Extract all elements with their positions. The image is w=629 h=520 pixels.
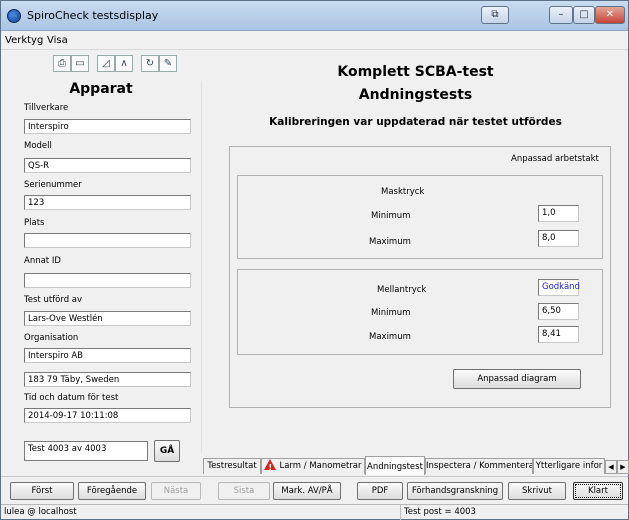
warning-icon — [264, 459, 277, 474]
restore-button[interactable]: ⧉ — [481, 6, 509, 24]
mask-max-field[interactable]: 8,0 — [538, 230, 579, 247]
calibration-note: Kalibreringen var uppdaterad när testet … — [269, 116, 562, 128]
other-id-field[interactable] — [24, 273, 191, 288]
print-icon[interactable]: ⎙ — [53, 55, 71, 72]
app-logo-icon — [7, 9, 21, 23]
maximize-button[interactable]: □ — [573, 6, 595, 24]
menu-visa[interactable]: Visa — [47, 35, 68, 46]
status-user: lulea @ localhost — [1, 505, 401, 520]
apparatus-heading: Apparat — [69, 81, 133, 97]
intermediate-max-label: Maximum — [369, 332, 411, 342]
address-field[interactable]: 183 79 Täby, Sweden — [24, 372, 191, 387]
serial-field[interactable]: 123 — [24, 195, 191, 210]
tested-by-field[interactable]: Lars-Ove Westlén — [24, 311, 191, 326]
mask-max-label: Maximum — [369, 237, 411, 247]
intermediate-min-label: Minimum — [371, 308, 411, 318]
intermediate-max-field[interactable]: 8,41 — [538, 326, 579, 343]
chart-icon[interactable]: ◿ — [97, 55, 115, 72]
print-button[interactable]: Skrivut — [508, 482, 566, 500]
test-datetime-label: Tid och datum för test — [24, 393, 119, 403]
page-title: Komplett SCBA-test — [337, 64, 494, 80]
mask-pressure-label: Masktryck — [381, 187, 425, 197]
tab-scroll-left-icon[interactable]: ◀ — [605, 460, 617, 474]
done-button[interactable]: Klart — [573, 482, 623, 500]
curve-icon[interactable]: ∧ — [115, 55, 133, 72]
model-field[interactable]: QS-R — [24, 158, 191, 173]
test-navigation-field[interactable]: Test 4003 av 4003 — [24, 441, 148, 461]
first-button[interactable]: Först — [10, 482, 74, 500]
mask-min-label: Minimum — [371, 211, 411, 221]
menu-verktyg[interactable]: Verktyg — [5, 35, 43, 46]
model-label: Modell — [24, 141, 52, 151]
mask-min-field[interactable]: 1,0 — [538, 205, 579, 222]
print-preview-icon[interactable]: ▭ — [71, 55, 89, 72]
status-bar: lulea @ localhost Test post = 4003 — [1, 504, 628, 520]
organisation-label: Organisation — [24, 333, 79, 343]
tab-alarm-gauges[interactable]: Larm / Manometrar — [261, 458, 365, 474]
last-button[interactable]: Sista — [218, 482, 270, 500]
refresh-icon[interactable]: ↻ — [141, 55, 159, 72]
intermediate-status-field[interactable]: Godkänd — [538, 279, 580, 296]
minimize-button[interactable]: – — [549, 6, 573, 24]
serial-label: Serienummer — [24, 180, 82, 190]
section-title: Andningstests — [358, 87, 473, 103]
location-field[interactable] — [24, 233, 191, 248]
previous-button[interactable]: Föregående — [78, 482, 146, 500]
preview-button[interactable]: Förhandsgranskning — [407, 482, 503, 500]
tab-breathing-test[interactable]: Andningstest — [365, 456, 425, 475]
work-rate-label: Anpassad arbetstakt — [511, 154, 599, 164]
tab-strip: Testresultat Larm / Manometrar Andningst… — [201, 456, 629, 476]
custom-diagram-button[interactable]: Anpassad diagram — [453, 369, 581, 389]
tested-by-label: Test utförd av — [24, 295, 83, 305]
application-window: SpiroCheck testsdisplay ⧉ – □ ✕ Verktyg … — [0, 0, 629, 520]
close-button[interactable]: ✕ — [595, 6, 625, 24]
intermediate-pressure-label: Mellantryck — [377, 285, 427, 295]
next-button[interactable]: Nästa — [151, 482, 201, 500]
tab-inspect-comment[interactable]: Inspectera / Kommentera — [425, 458, 533, 474]
mark-toggle-button[interactable]: Mark. AV/PÅ — [273, 482, 341, 500]
tab-alarm-gauges-label: Larm / Manometrar — [279, 461, 362, 471]
go-button[interactable]: GÅ — [154, 440, 180, 462]
sign-icon[interactable]: ✎ — [159, 55, 177, 72]
intermediate-min-field[interactable]: 6,50 — [538, 303, 579, 320]
location-label: Plats — [24, 218, 45, 228]
pdf-button[interactable]: PDF — [357, 482, 403, 500]
other-id-label: Annat ID — [24, 256, 61, 266]
tab-scroll-right-icon[interactable]: ▶ — [617, 460, 629, 474]
manufacturer-label: Tillverkare — [24, 103, 69, 113]
menu-bar: Verktyg Visa — [1, 32, 628, 50]
organisation-field[interactable]: Interspiro AB — [24, 348, 191, 363]
tab-more-info[interactable]: Ytterligare infor — [533, 458, 605, 474]
navigation-bar: Först Föregående Nästa Sista Mark. AV/PÅ… — [1, 476, 628, 504]
title-bar: SpiroCheck testsdisplay ⧉ – □ ✕ — [1, 1, 628, 31]
test-datetime-field[interactable]: 2014-09-17 10:11:08 — [24, 408, 191, 423]
window-title: SpiroCheck testsdisplay — [27, 9, 159, 22]
manufacturer-field[interactable]: Interspiro — [24, 119, 191, 134]
tab-test-results[interactable]: Testresultat — [203, 458, 261, 474]
status-test-post: Test post = 4003 — [404, 507, 476, 517]
